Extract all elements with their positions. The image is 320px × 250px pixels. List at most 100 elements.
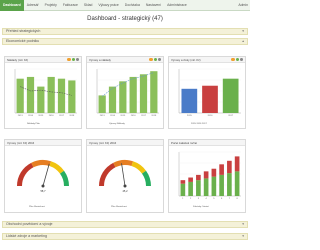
panel-costs: Náklady (mil. Kč) 2013 2014 2015 2016 2017 20… — [4, 56, 82, 129]
x-tick-label: 2017 — [228, 115, 234, 117]
refresh-icon[interactable] — [71, 58, 75, 62]
bar — [26, 76, 35, 113]
bar — [211, 168, 217, 177]
panel-title: Náklady (mil. Kč) — [7, 58, 29, 62]
gauge-hub — [41, 184, 45, 188]
nav-item[interactable]: Dashboard — [0, 0, 24, 11]
nav-item[interactable]: Výkazy práce — [95, 0, 121, 11]
bar — [180, 183, 186, 196]
section-bar-hr[interactable]: Lidské zdroje a marketing ▾ — [2, 233, 248, 240]
x-tick-label: 2015 — [120, 115, 126, 117]
bar — [119, 81, 127, 113]
x-tick-label: 7 — [229, 198, 231, 200]
panel-gauge-1: Výnosy (mil. Kč) 2016 58,7 Plán Skutečno… — [4, 139, 82, 213]
export-icon[interactable] — [149, 58, 153, 62]
chevron-up-icon: ▴ — [242, 39, 244, 43]
nav-item[interactable]: Projekty — [42, 0, 60, 11]
panel-revenue-costs: Výnosy a náklady 2013 2014 2015 2016 2017 201… — [86, 56, 164, 129]
section-label: Lidské zdroje a marketing — [6, 234, 47, 238]
nav-item[interactable]: Administrace — [164, 0, 190, 11]
section-label: Přehled strategických — [6, 29, 41, 33]
bar — [219, 174, 224, 196]
page-title: Dashboard - strategický (47) — [87, 16, 163, 22]
x-tick-label: 8 — [237, 198, 239, 200]
gauge-band — [99, 162, 116, 186]
section-label: Ekonomické podniku — [6, 39, 40, 43]
section-bar-overview[interactable]: Přehled strategických ▾ — [2, 28, 248, 35]
x-tick-label: 2 — [190, 198, 192, 200]
refresh-icon[interactable] — [235, 58, 239, 62]
x-tick-label: 2015 — [187, 115, 193, 117]
chevron-down-icon: ▾ — [242, 234, 244, 238]
panel-title: Výnosy a zisky (mil. Kč) — [171, 58, 201, 62]
x-tick-label: 2016 — [131, 115, 137, 117]
bar — [16, 78, 24, 113]
bar — [222, 78, 239, 113]
chart-legend: Zakázky Ostatní — [193, 206, 209, 208]
bar — [68, 80, 76, 113]
chart-orders: 1 2 3 4 5 6 7 8 — [178, 151, 241, 200]
chart-legend: Plán Skutečnost — [29, 206, 45, 208]
export-icon[interactable] — [67, 58, 71, 62]
gauge-band — [131, 161, 147, 174]
nav-item[interactable]: Nastavení — [143, 0, 164, 11]
x-tick-label: 3 — [198, 198, 200, 200]
chevron-down-icon: ▾ — [242, 222, 244, 226]
section-bar-business[interactable]: Obchodní povědomí a vývoje ▾ — [2, 221, 248, 228]
gauge-value: 58,7 — [40, 190, 46, 193]
bar — [203, 178, 209, 196]
bar — [203, 171, 209, 179]
x-tick-label: 2016 — [49, 115, 55, 117]
x-tick-label: 2018 — [69, 115, 75, 117]
nav-item[interactable]: Fakturace — [60, 0, 81, 11]
bar — [129, 76, 137, 113]
gauge-band — [141, 170, 151, 186]
x-tick-label: 1 — [182, 198, 184, 200]
x-tick-label: 2014 — [28, 115, 34, 117]
bar — [98, 95, 106, 113]
chart-legend: Náklady Plán — [27, 123, 40, 125]
x-tick-label: 2016 — [208, 115, 214, 117]
x-tick-label: 2013 — [18, 115, 24, 117]
gauge-band — [59, 170, 69, 186]
section-bar-economics[interactable]: Ekonomické podniku ▴ — [2, 38, 248, 45]
nav-item[interactable]: Docházka — [122, 0, 143, 11]
settings-icon[interactable] — [75, 58, 79, 62]
nav-item[interactable]: Sklad — [81, 0, 95, 11]
bar — [202, 85, 218, 113]
bar — [234, 171, 240, 196]
settings-icon[interactable] — [157, 58, 161, 62]
top-nav: Dashboard Adresář Projekty Fakturace Sklad Vý… — [0, 0, 250, 11]
gauge-band — [17, 162, 34, 186]
gauge-needle — [121, 163, 126, 187]
bar — [219, 164, 224, 175]
bar — [227, 173, 232, 196]
chart-costs: 2013 2014 2015 2016 2017 2018 — [14, 68, 77, 117]
gauge-band — [113, 160, 134, 168]
bar — [196, 174, 201, 181]
chart-legend: Plán Skutečnost — [111, 206, 127, 208]
panel-title: Počet zakázek ročně — [171, 141, 197, 145]
panel-orders: Počet zakázek ročně 1 2 3 4 5 6 7 8 Zakázky Ost… — [168, 139, 246, 213]
x-tick-label: 2017 — [59, 115, 65, 117]
bar — [211, 176, 217, 196]
bar — [47, 76, 55, 113]
bar — [196, 180, 201, 196]
export-icon[interactable] — [231, 58, 235, 62]
gauge-hub — [123, 184, 127, 188]
x-tick-label: 2017 — [141, 115, 147, 117]
nav-item[interactable]: Adresář — [24, 0, 42, 11]
panel-revenue-profit: Výnosy a zisky (mil. Kč) 2015 2016 2017 20… — [168, 56, 246, 129]
settings-icon[interactable] — [239, 58, 243, 62]
chart-legend: Výnosy Náklady — [109, 123, 125, 125]
x-tick-label: 2018 — [151, 115, 157, 117]
chart-revenue-costs: 2013 2014 2015 2016 2017 2018 — [96, 68, 159, 117]
bar — [181, 88, 198, 113]
gauge-needle — [42, 163, 50, 187]
x-tick-label: 2013 — [100, 115, 106, 117]
bar — [108, 86, 117, 113]
refresh-icon[interactable] — [153, 58, 157, 62]
panel-title: Výnosy (mil. Kč) 2016 — [89, 141, 117, 145]
x-tick-label: 6 — [221, 198, 223, 200]
user-menu[interactable]: Admin — [238, 0, 248, 11]
